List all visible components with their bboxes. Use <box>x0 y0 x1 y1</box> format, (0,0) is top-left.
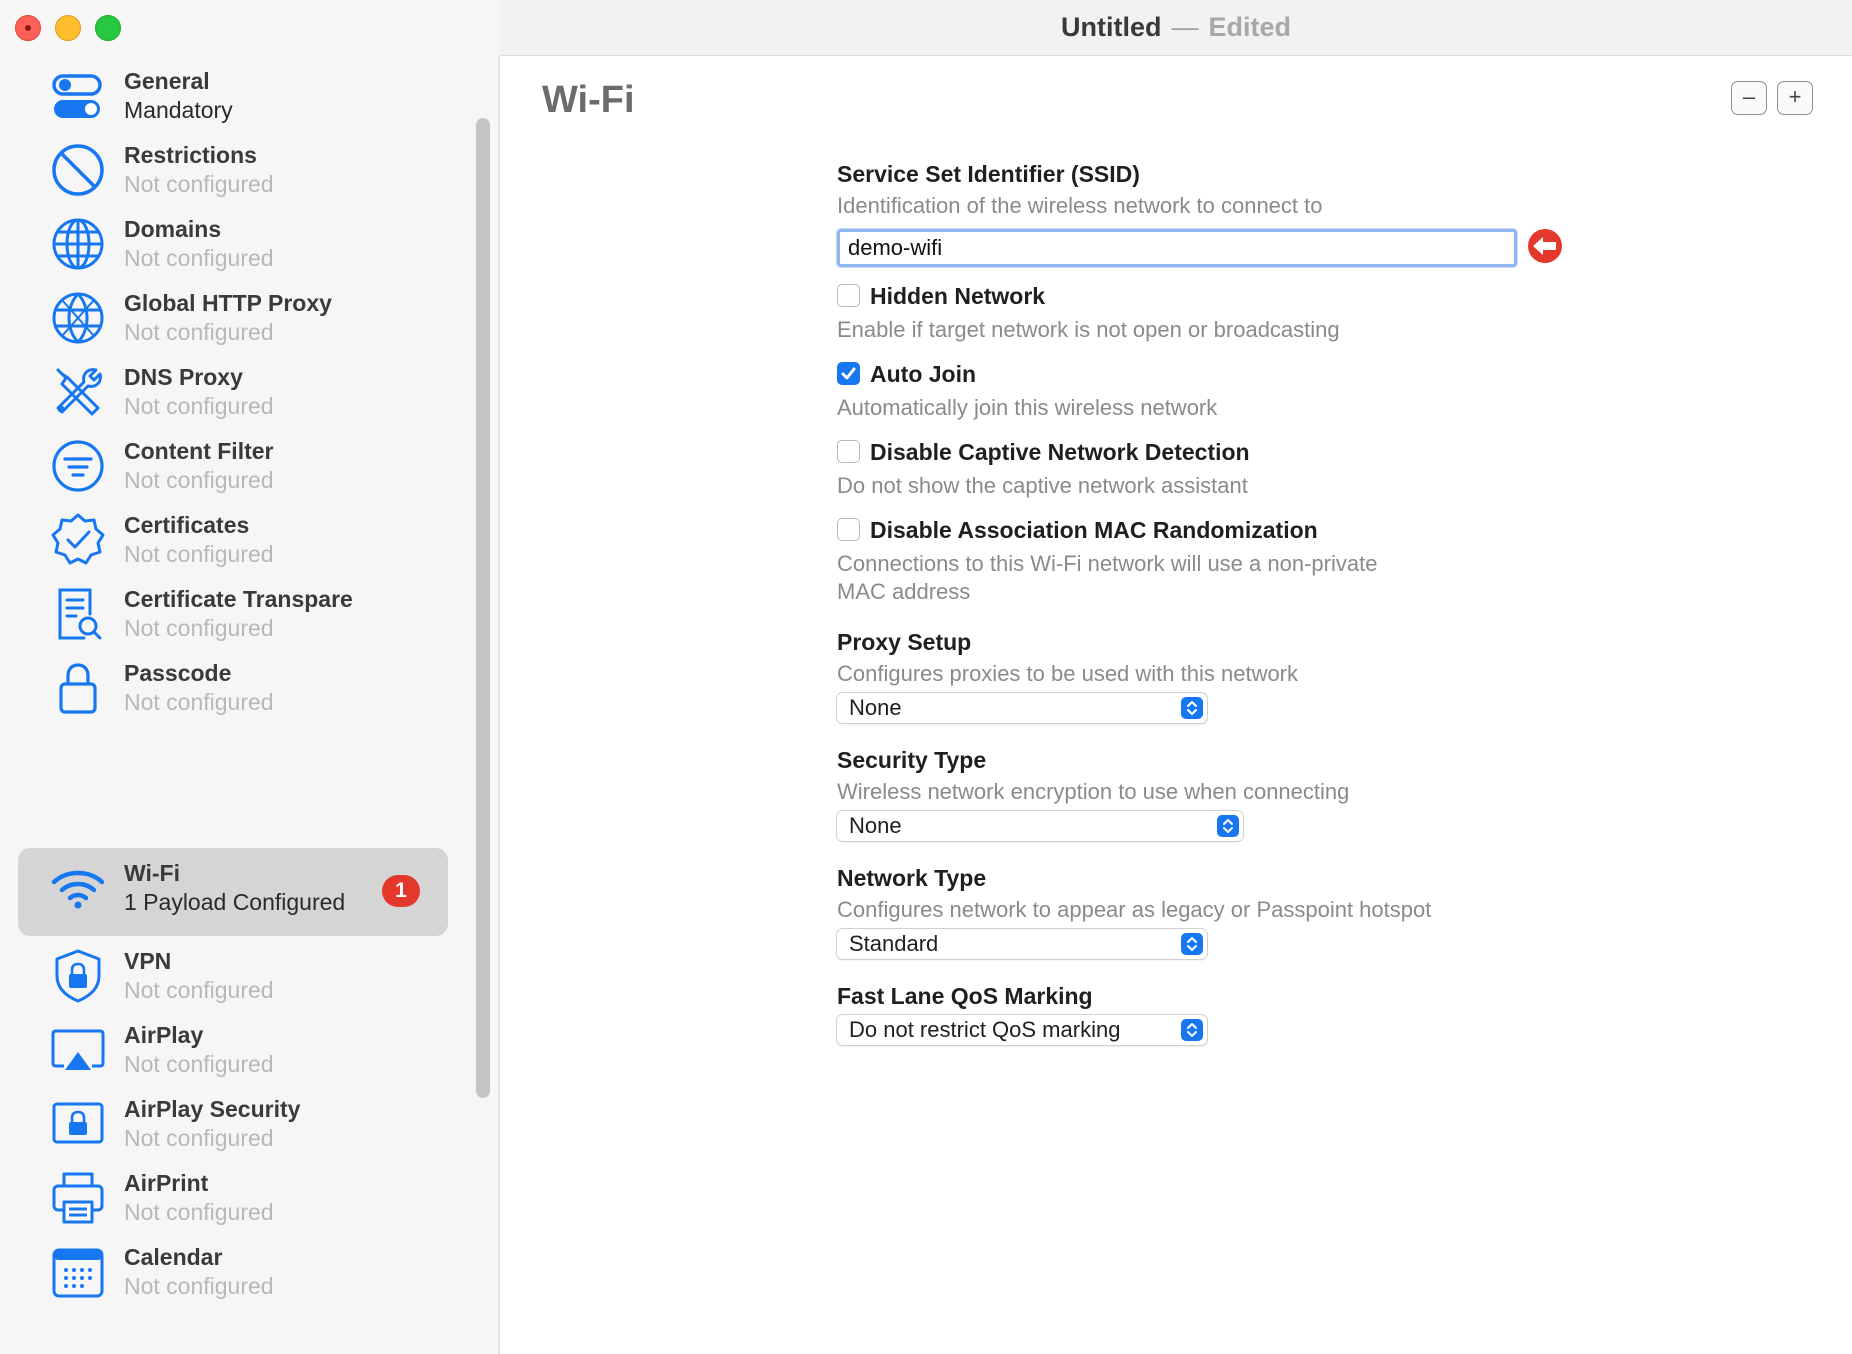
proxy-setup-description: Configures proxies to be used with this … <box>837 661 1299 686</box>
network-type-description: Configures network to appear as legacy o… <box>837 897 1432 922</box>
sidebar-item-title: Calendar <box>124 1244 223 1270</box>
sidebar-item-title: AirPlay <box>124 1022 204 1048</box>
hidden-network-description: Enable if target network is not open or … <box>837 317 1340 342</box>
hidden-network-label: Hidden Network <box>870 283 1046 309</box>
security-type-description: Wireless network encryption to use when … <box>837 779 1350 804</box>
sidebar-item-title: Passcode <box>124 660 232 686</box>
tools-icon <box>48 362 108 422</box>
prohibited-icon <box>48 140 108 200</box>
qos-marking-select[interactable]: Do not restrict QoS marking <box>837 1015 1207 1045</box>
disable-captive-detection-label: Disable Captive Network Detection <box>870 439 1250 465</box>
window-title: Untitled — Edited <box>500 12 1852 43</box>
disable-captive-detection-description: Do not show the captive network assistan… <box>837 473 1248 498</box>
wifi-icon <box>48 858 108 918</box>
shield-lock-icon <box>48 946 108 1006</box>
minimize-window-button[interactable] <box>55 15 81 41</box>
sidebar-scrollbar[interactable] <box>476 118 490 1098</box>
sidebar-item-subtitle: Not configured <box>124 467 274 493</box>
filter-icon <box>48 436 108 496</box>
sidebar-item-title: General <box>124 68 210 94</box>
sidebar-item-title: Global HTTP Proxy <box>124 290 332 316</box>
payload-editor: Wi-Fi – + Service Set Identifier (SSID) … <box>502 57 1852 1354</box>
sidebar-item-calendar[interactable]: Calendar Not configured <box>18 1232 448 1320</box>
sidebar-item-subtitle: Not configured <box>124 1051 274 1077</box>
auto-join-label: Auto Join <box>870 361 977 387</box>
qos-marking-title: Fast Lane QoS Marking <box>837 983 1093 1009</box>
qos-marking-value: Do not restrict QoS marking <box>849 1017 1121 1042</box>
disable-captive-detection-checkbox[interactable] <box>837 440 860 463</box>
sidebar-item-subtitle: Not configured <box>124 1125 274 1151</box>
chevron-up-down-icon <box>1217 815 1239 837</box>
sidebar-item-subtitle: Not configured <box>124 245 274 271</box>
document-search-icon <box>48 584 108 644</box>
sidebar-item-title: DNS Proxy <box>124 364 243 390</box>
proxy-setup-title: Proxy Setup <box>837 629 972 655</box>
sidebar-item-subtitle: Not configured <box>124 615 274 641</box>
sidebar-item-subtitle: Not configured <box>124 689 274 715</box>
network-type-select[interactable]: Standard <box>837 929 1207 959</box>
sidebar-item-passcode[interactable]: Passcode Not configured <box>18 648 448 736</box>
sidebar-item-subtitle: Not configured <box>124 393 274 419</box>
chevron-up-down-icon <box>1181 697 1203 719</box>
document-title: Untitled <box>1060 12 1162 42</box>
security-type-value: None <box>849 813 902 838</box>
sidebar-item-subtitle: Not configured <box>124 1199 274 1225</box>
disable-mac-randomization-checkbox[interactable] <box>837 518 860 541</box>
edited-status: Edited <box>1208 12 1291 42</box>
sidebar-item-title: AirPlay Security <box>124 1096 301 1122</box>
ssid-description: Identification of the wireless network t… <box>837 193 1323 218</box>
chevron-up-down-icon <box>1181 1019 1203 1041</box>
sidebar-item-title: Certificates <box>124 512 250 538</box>
security-type-title: Security Type <box>837 747 987 773</box>
sidebar-item-title: Domains <box>124 216 222 242</box>
security-type-select[interactable]: None <box>837 811 1243 841</box>
sidebar-item-subtitle: Not configured <box>124 541 274 567</box>
lock-icon <box>48 658 108 718</box>
airplay-icon <box>48 1020 108 1080</box>
network-type-value: Standard <box>849 931 939 956</box>
proxy-setup-value: None <box>849 695 902 720</box>
add-payload-button[interactable]: + <box>1777 81 1813 115</box>
network-type-title: Network Type <box>837 865 987 891</box>
chevron-up-down-icon <box>1181 933 1203 955</box>
payload-count-badge: 1 <box>382 875 420 907</box>
disable-mac-randomization-label: Disable Association MAC Randomization <box>870 517 1318 543</box>
sidebar: General Mandatory Restrictions Not confi… <box>0 56 500 1354</box>
toggle-icon <box>48 66 108 126</box>
ssid-title: Service Set Identifier (SSID) <box>837 161 1140 187</box>
sidebar-item-title: AirPrint <box>124 1170 209 1196</box>
zoom-window-button[interactable] <box>95 15 121 41</box>
remove-payload-button[interactable]: – <box>1731 81 1767 115</box>
sidebar-item-title: Certificate Transpare <box>124 586 353 612</box>
sidebar-item-subtitle: Not configured <box>124 977 274 1003</box>
hidden-network-checkbox[interactable] <box>837 284 860 307</box>
printer-icon <box>48 1168 108 1228</box>
sidebar-item-title: Restrictions <box>124 142 257 168</box>
calendar-icon <box>48 1242 108 1302</box>
sidebar-item-wifi[interactable]: Wi-Fi 1 Payload Configured 1 <box>18 848 448 936</box>
sidebar-item-title: Content Filter <box>124 438 274 464</box>
auto-join-checkbox[interactable] <box>837 362 860 385</box>
globe-network-icon <box>48 288 108 348</box>
proxy-setup-select[interactable]: None <box>837 693 1207 723</box>
close-window-button[interactable] <box>15 15 41 41</box>
auto-join-description: Automatically join this wireless network <box>837 395 1218 420</box>
sidebar-item-subtitle: Mandatory <box>124 97 233 123</box>
arrow-left-icon <box>1526 227 1564 265</box>
sidebar-item-title: VPN <box>124 948 172 974</box>
airplay-lock-icon <box>48 1094 108 1154</box>
sidebar-item-title: Wi-Fi <box>124 860 180 886</box>
title-separator: — <box>1171 12 1199 42</box>
globe-icon <box>48 214 108 274</box>
disable-mac-randomization-description: Connections to this Wi-Fi network will u… <box>837 551 1378 576</box>
disable-mac-randomization-description-2: MAC address <box>837 579 971 604</box>
ssid-input[interactable] <box>837 229 1517 267</box>
sidebar-item-subtitle: Not configured <box>124 319 274 345</box>
certificate-icon <box>48 510 108 570</box>
sidebar-item-subtitle: Not configured <box>124 1273 274 1299</box>
page-title: Wi-Fi <box>542 79 635 121</box>
sidebar-item-subtitle: 1 Payload Configured <box>124 889 346 915</box>
sidebar-item-subtitle: Not configured <box>124 171 274 197</box>
